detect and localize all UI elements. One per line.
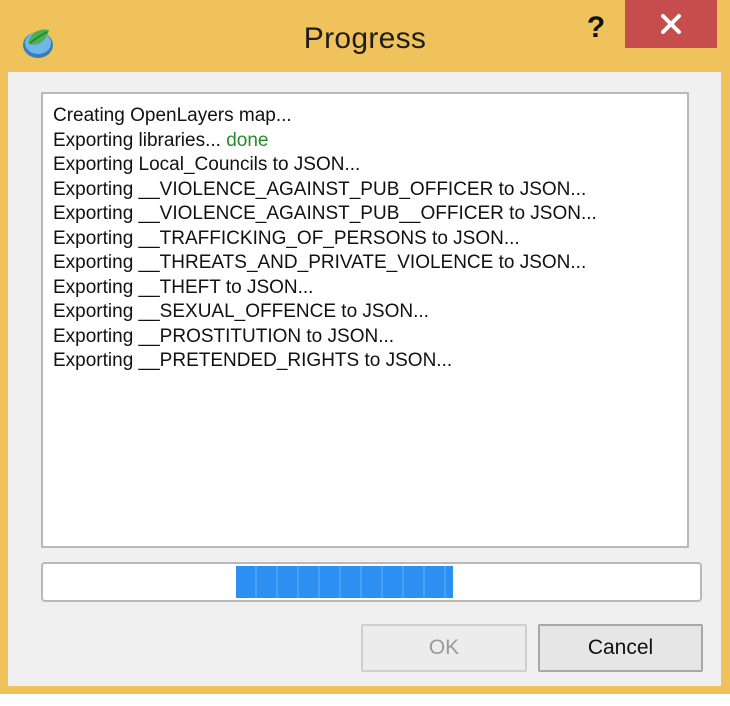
log-line-text: Exporting __PROSTITUTION to JSON...	[53, 325, 395, 347]
log-line: Exporting __TRAFFICKING_OF_PERSONS to JS…	[53, 227, 597, 252]
close-icon	[661, 14, 681, 34]
log-line-text: Creating OpenLayers map...	[53, 105, 292, 126]
ok-button[interactable]: OK	[361, 624, 527, 672]
progress-bar	[41, 562, 702, 602]
log-line: Exporting __VIOLENCE_AGAINST_PUB_OFFICER…	[53, 178, 597, 203]
log-line: Creating OpenLayers map...	[53, 104, 597, 129]
log-line-text: Exporting libraries...	[53, 129, 227, 151]
log-line: Exporting __THEFT to JSON...	[53, 276, 597, 301]
cancel-button[interactable]: Cancel	[538, 624, 703, 672]
log-line-text: Exporting __PRETENDED_RIGHTS to JSON...	[53, 350, 453, 371]
log-line-text: Exporting __SEXUAL_OFFENCE to JSON...	[53, 301, 429, 322]
log-line: Exporting libraries... done	[53, 129, 597, 154]
log-line: Exporting __PRETENDED_RIGHTS to JSON...	[53, 349, 597, 374]
progress-log[interactable]: Creating OpenLayers map... Exporting libr…	[41, 92, 689, 548]
log-line-text: Exporting __TRAFFICKING_OF_PERSONS to JS…	[53, 227, 520, 249]
log-line-text: Exporting __THEFT to JSON...	[53, 276, 314, 298]
log-line-text: Exporting Local_Councils to JSON...	[53, 154, 361, 175]
close-button[interactable]	[625, 0, 717, 48]
log-lines: Creating OpenLayers map... Exporting libr…	[53, 104, 597, 374]
log-line: Exporting __PROSTITUTION to JSON...	[53, 325, 597, 350]
log-line-text: Exporting __THREATS_AND_PRIVATE_VIOLENCE…	[53, 252, 587, 273]
log-line: Exporting Local_Councils to JSON...	[53, 153, 597, 178]
dialog-body: Creating OpenLayers map... Exporting libr…	[8, 72, 721, 686]
log-line-text: Exporting __VIOLENCE_AGAINST_PUB_OFFICER…	[53, 178, 587, 200]
window-title: Progress	[303, 22, 427, 55]
log-line-status: done	[226, 129, 269, 151]
help-button[interactable]: ?	[580, 8, 612, 48]
progress-bar-fill	[236, 566, 453, 598]
progress-dialog: Progress ? Creating OpenLayers map... Exp…	[0, 0, 730, 694]
log-line: Exporting __SEXUAL_OFFENCE to JSON...	[53, 300, 597, 325]
log-line-text: Exporting __VIOLENCE_AGAINST_PUB__OFFICE…	[53, 203, 597, 224]
log-line: Exporting __THREATS_AND_PRIVATE_VIOLENCE…	[53, 251, 597, 276]
title-bar[interactable]: Progress ?	[0, 0, 730, 80]
log-line: Exporting __VIOLENCE_AGAINST_PUB__OFFICE…	[53, 202, 597, 227]
